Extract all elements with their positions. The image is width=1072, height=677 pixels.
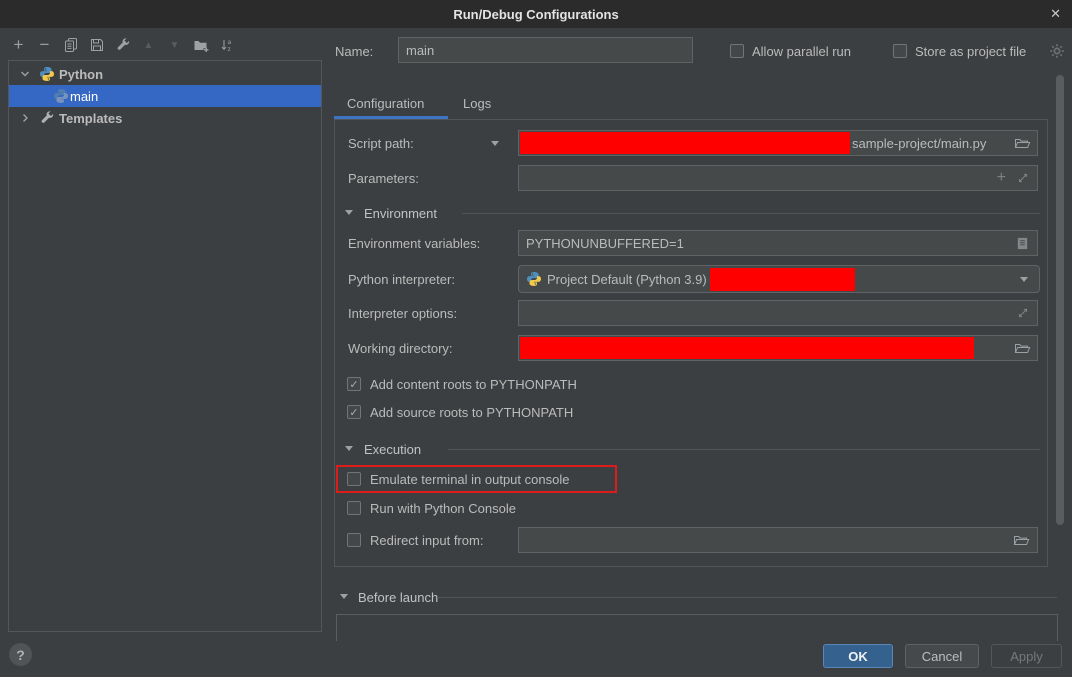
environment-section-collapse-icon[interactable] bbox=[345, 210, 353, 215]
move-down-icon[interactable]: ▼ bbox=[166, 37, 183, 54]
python-interpreter-label: Python interpreter: bbox=[348, 271, 455, 288]
python-icon bbox=[53, 88, 69, 104]
vertical-scrollbar[interactable] bbox=[1056, 75, 1064, 525]
interpreter-options-input[interactable] bbox=[518, 300, 1038, 326]
tree-item-templates[interactable]: Templates bbox=[9, 107, 321, 129]
execution-section-label[interactable]: Execution bbox=[364, 441, 421, 458]
edit-variables-icon[interactable] bbox=[1015, 236, 1030, 251]
browse-folder-icon[interactable] bbox=[1013, 532, 1030, 548]
environment-variables-value: PYTHONUNBUFFERED=1 bbox=[526, 236, 684, 251]
before-launch-label[interactable]: Before launch bbox=[358, 589, 438, 606]
help-button[interactable]: ? bbox=[9, 643, 32, 666]
redaction-block bbox=[520, 132, 850, 154]
python-interpreter-value: Project Default (Python 3.9) bbox=[547, 272, 707, 287]
tree-item-main[interactable]: main bbox=[9, 85, 321, 107]
redirect-input-input[interactable] bbox=[518, 527, 1038, 553]
execution-section-collapse-icon[interactable] bbox=[345, 446, 353, 451]
cancel-button[interactable]: Cancel bbox=[905, 644, 979, 668]
dialog-title: Run/Debug Configurations bbox=[453, 7, 618, 22]
run-debug-configurations-dialog: Run/Debug Configurations ✕ + − ▲ ▼ az bbox=[0, 0, 1072, 677]
expand-field-icon[interactable] bbox=[1016, 171, 1030, 185]
titlebar: Run/Debug Configurations bbox=[0, 0, 1072, 28]
tree-item-python[interactable]: Python bbox=[9, 63, 321, 85]
python-interpreter-select[interactable]: Project Default (Python 3.9) bbox=[518, 265, 1040, 293]
expand-field-icon[interactable] bbox=[1016, 306, 1030, 320]
gear-icon[interactable] bbox=[1049, 43, 1065, 59]
add-macro-icon[interactable]: + bbox=[997, 169, 1006, 187]
wrench-icon bbox=[39, 110, 55, 126]
checkmark-icon: ✓ bbox=[349, 378, 358, 391]
move-up-icon[interactable]: ▲ bbox=[140, 37, 157, 54]
configurations-tree: Python main Templates bbox=[8, 60, 322, 632]
tree-item-label: Python bbox=[59, 67, 103, 82]
add-content-roots-label[interactable]: Add content roots to PYTHONPATH bbox=[370, 376, 577, 393]
browse-folder-icon[interactable] bbox=[1014, 340, 1031, 356]
apply-button[interactable]: Apply bbox=[991, 644, 1062, 668]
before-launch-task-list[interactable] bbox=[336, 614, 1058, 641]
python-icon bbox=[526, 271, 542, 287]
name-value: main bbox=[406, 43, 434, 58]
ok-button[interactable]: OK bbox=[823, 644, 893, 668]
add-source-roots-label[interactable]: Add source roots to PYTHONPATH bbox=[370, 404, 573, 421]
working-directory-label: Working directory: bbox=[348, 340, 453, 357]
add-icon[interactable]: + bbox=[10, 37, 27, 54]
store-as-project-file-checkbox[interactable] bbox=[893, 44, 907, 58]
copy-icon[interactable] bbox=[62, 37, 79, 54]
chevron-down-icon[interactable] bbox=[17, 66, 33, 82]
edit-templates-icon[interactable] bbox=[114, 37, 131, 54]
name-input[interactable]: main bbox=[398, 37, 693, 63]
redaction-block bbox=[520, 337, 974, 359]
run-with-python-console-label[interactable]: Run with Python Console bbox=[370, 500, 516, 517]
redaction-block bbox=[710, 268, 855, 291]
add-content-roots-checkbox[interactable]: ✓ bbox=[347, 377, 361, 391]
section-divider bbox=[437, 597, 1057, 598]
dropdown-arrow-icon[interactable] bbox=[1020, 277, 1028, 282]
allow-parallel-run-label[interactable]: Allow parallel run bbox=[752, 43, 851, 60]
parameters-input[interactable]: + bbox=[518, 165, 1038, 191]
script-path-value: sample-project/main.py bbox=[852, 136, 986, 151]
checkmark-icon: ✓ bbox=[349, 406, 358, 419]
sort-icon[interactable]: az bbox=[218, 37, 235, 54]
tree-item-label: Templates bbox=[59, 111, 122, 126]
tree-item-label: main bbox=[70, 89, 98, 104]
tab-configuration[interactable]: Configuration bbox=[347, 96, 424, 116]
chevron-right-icon[interactable] bbox=[17, 110, 33, 126]
store-as-project-file-label[interactable]: Store as project file bbox=[915, 43, 1026, 60]
emulate-terminal-checkbox[interactable] bbox=[347, 472, 361, 486]
working-directory-input[interactable] bbox=[518, 335, 1038, 361]
before-launch-collapse-icon[interactable] bbox=[340, 594, 348, 599]
environment-variables-input[interactable]: PYTHONUNBUFFERED=1 bbox=[518, 230, 1038, 256]
run-with-python-console-checkbox[interactable] bbox=[347, 501, 361, 515]
new-folder-icon[interactable] bbox=[192, 37, 209, 54]
svg-text:a: a bbox=[227, 39, 231, 46]
close-icon[interactable]: ✕ bbox=[1050, 0, 1061, 28]
svg-text:z: z bbox=[227, 46, 230, 53]
tab-logs[interactable]: Logs bbox=[463, 96, 491, 116]
section-divider bbox=[448, 449, 1040, 450]
name-label: Name: bbox=[335, 43, 373, 60]
browse-folder-icon[interactable] bbox=[1014, 135, 1031, 151]
emulate-terminal-label[interactable]: Emulate terminal in output console bbox=[370, 471, 569, 488]
environment-variables-label: Environment variables: bbox=[348, 235, 480, 252]
add-source-roots-checkbox[interactable]: ✓ bbox=[347, 405, 361, 419]
save-icon[interactable] bbox=[88, 37, 105, 54]
remove-icon[interactable]: − bbox=[36, 37, 53, 54]
allow-parallel-run-checkbox[interactable] bbox=[730, 44, 744, 58]
redirect-input-label[interactable]: Redirect input from: bbox=[370, 532, 483, 549]
script-path-input[interactable]: sample-project/main.py bbox=[518, 130, 1038, 156]
redirect-input-checkbox[interactable] bbox=[347, 533, 361, 547]
section-divider bbox=[462, 213, 1040, 214]
configurations-toolbar: + − ▲ ▼ az bbox=[10, 35, 235, 55]
script-path-label: Script path: bbox=[348, 135, 414, 152]
python-icon bbox=[39, 66, 55, 82]
environment-section-label[interactable]: Environment bbox=[364, 205, 437, 222]
interpreter-options-label: Interpreter options: bbox=[348, 305, 457, 322]
parameters-label: Parameters: bbox=[348, 170, 419, 187]
script-path-type-dropdown-icon[interactable] bbox=[491, 141, 499, 146]
